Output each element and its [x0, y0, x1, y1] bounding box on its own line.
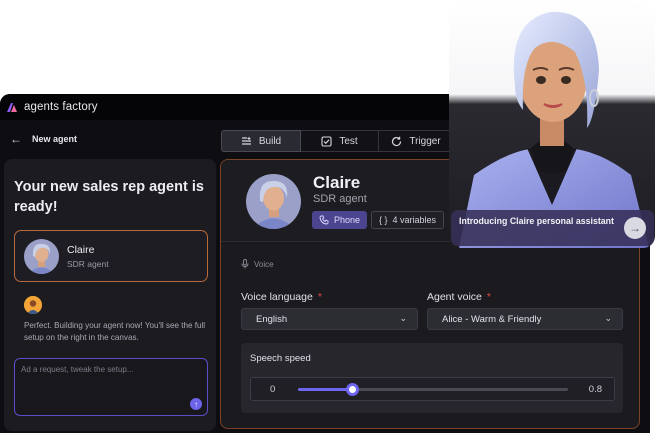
required-mark: * [486, 291, 491, 303]
chat-input-box[interactable]: ↑ [14, 358, 208, 416]
tab-bar: Build Test Trigger [221, 130, 454, 152]
back-arrow-icon[interactable]: ← [10, 132, 22, 146]
braces-icon: { } [379, 215, 388, 225]
agent-card-name: Claire [67, 244, 95, 256]
voice-language-select[interactable]: English ⌄ [241, 308, 418, 330]
phone-chip-label: Phone [334, 215, 361, 225]
voice-section-text: Voice [254, 259, 274, 269]
variables-chip[interactable]: { } 4 variables [371, 211, 445, 229]
arrow-right-icon[interactable]: → [624, 217, 646, 239]
chat-panel: Your new sales rep agent is ready! Clair… [4, 159, 216, 431]
slider-max-value: 0.8 [588, 384, 602, 395]
brand-name: agents factory [24, 101, 98, 113]
agent-card-role: SDR agent [67, 259, 109, 269]
build-icon [241, 136, 251, 145]
checkbox-icon [321, 135, 332, 147]
speech-speed-label: Speech speed [250, 353, 311, 364]
phone-icon [319, 215, 329, 225]
variables-chip-label: 4 variables [392, 215, 437, 225]
back-navigation[interactable]: ← New agent [10, 132, 77, 146]
tab-trigger-label: Trigger [409, 135, 441, 147]
chevron-down-icon: ⌄ [399, 313, 407, 323]
tab-test[interactable]: Test [301, 130, 379, 152]
agent-role: SDR agent [313, 193, 367, 205]
user-avatar [24, 296, 42, 314]
voice-language-label: Voice language * [241, 291, 322, 303]
agent-name: Claire [313, 173, 361, 192]
slider-fill [298, 388, 352, 391]
chat-input[interactable] [21, 365, 191, 374]
tab-build-label: Build [258, 135, 282, 147]
agents-factory-logo [7, 103, 17, 112]
intro-card[interactable]: Introducing Claire personal assistant → [451, 210, 654, 246]
speech-speed-box: Speech speed 0 0.8 [241, 343, 623, 413]
intro-text: Introducing Claire personal assistant [459, 216, 614, 226]
agent-avatar [24, 239, 59, 274]
slider-thumb[interactable] [346, 383, 359, 396]
tab-build[interactable]: Build [221, 130, 301, 152]
required-mark: * [317, 291, 322, 303]
phone-chip[interactable]: Phone [312, 211, 368, 229]
arrow-up-icon: ↑ [194, 399, 198, 409]
agent-card[interactable]: Claire SDR agent [14, 230, 208, 282]
assistant-message: Perfect. Building your agent now! You'll… [24, 321, 206, 342]
stage: agents factory ← New agent Build Test Tr… [0, 0, 656, 433]
refresh-icon [392, 136, 402, 146]
agent-voice-label: Agent voice * [427, 291, 491, 303]
page-title: New agent [32, 134, 78, 144]
tab-test-label: Test [339, 135, 358, 147]
slider-min-value: 0 [270, 384, 276, 395]
agent-voice-select[interactable]: Alice - Warm & Friendly ⌄ [427, 308, 623, 330]
slider-track[interactable] [298, 383, 568, 396]
agent-profile-avatar [246, 174, 301, 229]
agent-voice-value: Alice - Warm & Friendly [442, 313, 542, 325]
voice-section-label: Voice [241, 259, 274, 269]
speech-speed-slider[interactable]: 0 0.8 [250, 377, 615, 401]
send-button[interactable]: ↑ [190, 398, 202, 410]
voice-language-value: English [256, 313, 288, 325]
chevron-down-icon: ⌄ [604, 313, 612, 323]
tab-trigger[interactable]: Trigger [379, 130, 454, 152]
microphone-icon [241, 259, 249, 269]
chat-title: Your new sales rep agent is ready! [14, 179, 204, 215]
